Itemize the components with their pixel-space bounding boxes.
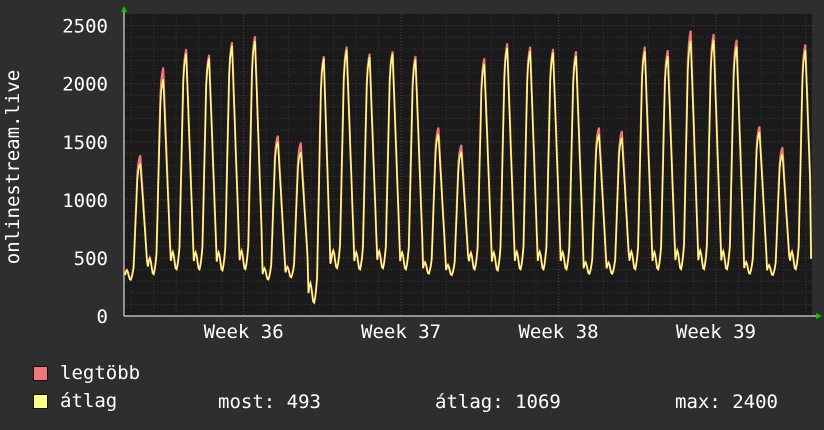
x-axis-arrow bbox=[816, 313, 822, 319]
y-tick-label: 500 bbox=[74, 248, 108, 270]
legend-label-max: legtöbb bbox=[60, 362, 141, 384]
legend-item-max: legtöbb bbox=[33, 362, 140, 384]
y-tick-label: 0 bbox=[97, 306, 108, 328]
x-tick-label: Week 38 bbox=[518, 321, 598, 343]
traffic-chart: 0 500 1000 1500 2000 2500 Week 36 Week 37 Week 3… bbox=[2, 6, 822, 343]
y-tick-label: 2000 bbox=[62, 74, 108, 96]
y-tick-label: 1500 bbox=[62, 132, 108, 154]
stat-average: átlag: 1069 bbox=[435, 391, 561, 413]
stat-max: max: 2400 bbox=[675, 391, 778, 413]
legend-swatch-avg bbox=[33, 393, 48, 409]
legend-label-avg: átlag bbox=[60, 390, 118, 412]
y-axis-arrow bbox=[121, 6, 127, 12]
stat-now: most: 493 bbox=[218, 391, 321, 413]
x-tick-label: Week 36 bbox=[204, 321, 284, 343]
x-tick-label: Week 37 bbox=[361, 321, 441, 343]
y-tick-label: 2500 bbox=[62, 16, 108, 38]
legend-item-avg: átlag bbox=[33, 390, 117, 412]
y-tick-label: 1000 bbox=[62, 190, 108, 212]
legend-swatch-max bbox=[33, 365, 48, 381]
y-axis-title: onlinestream.live bbox=[2, 70, 24, 264]
x-tick-label: Week 39 bbox=[676, 321, 756, 343]
